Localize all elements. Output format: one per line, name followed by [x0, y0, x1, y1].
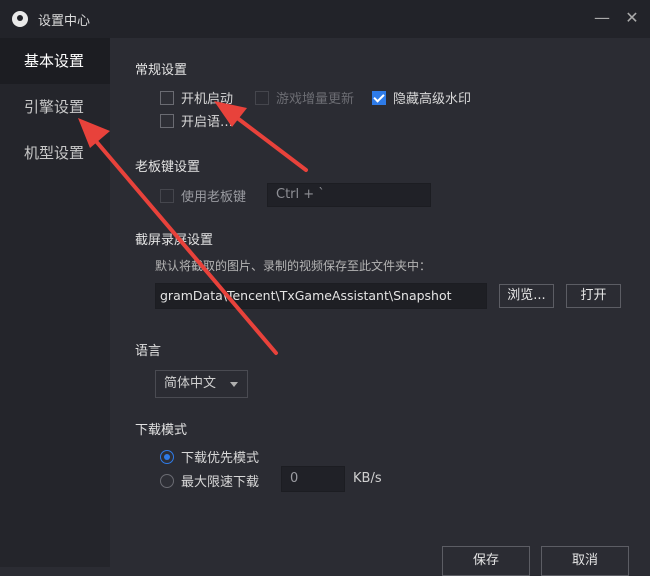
app-logo-icon [12, 11, 28, 27]
section-title-screenshot: 截屏录屏设置 [135, 233, 214, 248]
speed-unit-label: KB/s [353, 471, 382, 486]
hidden-option-checkbox[interactable]: 开启语… [160, 111, 233, 130]
speed-limit-label: 最大限速下载 [181, 475, 260, 490]
section-title-boss-key: 老板键设置 [135, 160, 201, 175]
download-priority-radio[interactable]: 下载优先模式 [160, 447, 259, 466]
speed-limit-input[interactable]: 0 [281, 466, 345, 492]
cancel-button[interactable]: 取消 [541, 546, 629, 576]
boss-key-shortcut-input[interactable]: Ctrl + ` [267, 183, 431, 207]
sidebar: 基本设置 引擎设置 机型设置 [0, 38, 110, 567]
checkbox-box[interactable] [372, 90, 386, 105]
radio-dot[interactable] [160, 473, 174, 488]
incremental-update-checkbox: 游戏增量更新 [255, 88, 354, 107]
open-folder-button[interactable]: 打开 [566, 284, 621, 308]
close-button[interactable]: ✕ [618, 4, 646, 32]
hidden-option-label: 开启语… [181, 115, 234, 130]
section-title-download: 下载模式 [135, 423, 188, 438]
radio-dot[interactable] [160, 449, 174, 464]
minimize-button[interactable]: — [588, 4, 616, 32]
window-title: 设置中心 [38, 14, 91, 29]
language-select[interactable]: 简体中文 [155, 370, 248, 398]
sidebar-item-basic[interactable]: 基本设置 [0, 38, 110, 84]
autostart-checkbox[interactable]: 开机启动 [160, 88, 233, 107]
browse-button[interactable]: 浏览... [499, 284, 554, 308]
checkbox-box [160, 188, 174, 203]
save-button[interactable]: 保存 [442, 546, 530, 576]
autostart-label: 开机启动 [181, 92, 234, 107]
hide-watermark-checkbox[interactable]: 隐藏高级水印 [372, 88, 471, 107]
speed-limit-radio[interactable]: 最大限速下载 [160, 471, 259, 490]
settings-panel: 常规设置 开机启动 游戏增量更新 隐藏高级水印 开启语… 老板键设置 使用老板键… [110, 38, 650, 576]
checkbox-box[interactable] [160, 113, 174, 128]
hide-watermark-label: 隐藏高级水印 [393, 92, 472, 107]
title-bar: 设置中心 — ✕ [0, 0, 650, 38]
language-selected-value: 简体中文 [164, 376, 217, 391]
checkbox-box[interactable] [160, 90, 174, 105]
section-title-general: 常规设置 [135, 63, 188, 78]
sidebar-item-device-model[interactable]: 机型设置 [0, 130, 110, 176]
section-title-language: 语言 [135, 344, 162, 359]
incremental-update-label: 游戏增量更新 [276, 92, 355, 107]
chevron-down-icon [230, 382, 238, 387]
checkbox-box [255, 90, 269, 105]
screenshot-path-input[interactable]: gramData\Tencent\TxGameAssistant\Snapsho… [155, 283, 487, 309]
screenshot-description: 默认将截取的图片、录制的视频保存至此文件夹中： [155, 259, 432, 273]
boss-key-label: 使用老板键 [181, 190, 247, 205]
sidebar-item-engine[interactable]: 引擎设置 [0, 84, 110, 130]
download-priority-label: 下载优先模式 [181, 451, 260, 466]
boss-key-checkbox: 使用老板键 [160, 186, 246, 205]
